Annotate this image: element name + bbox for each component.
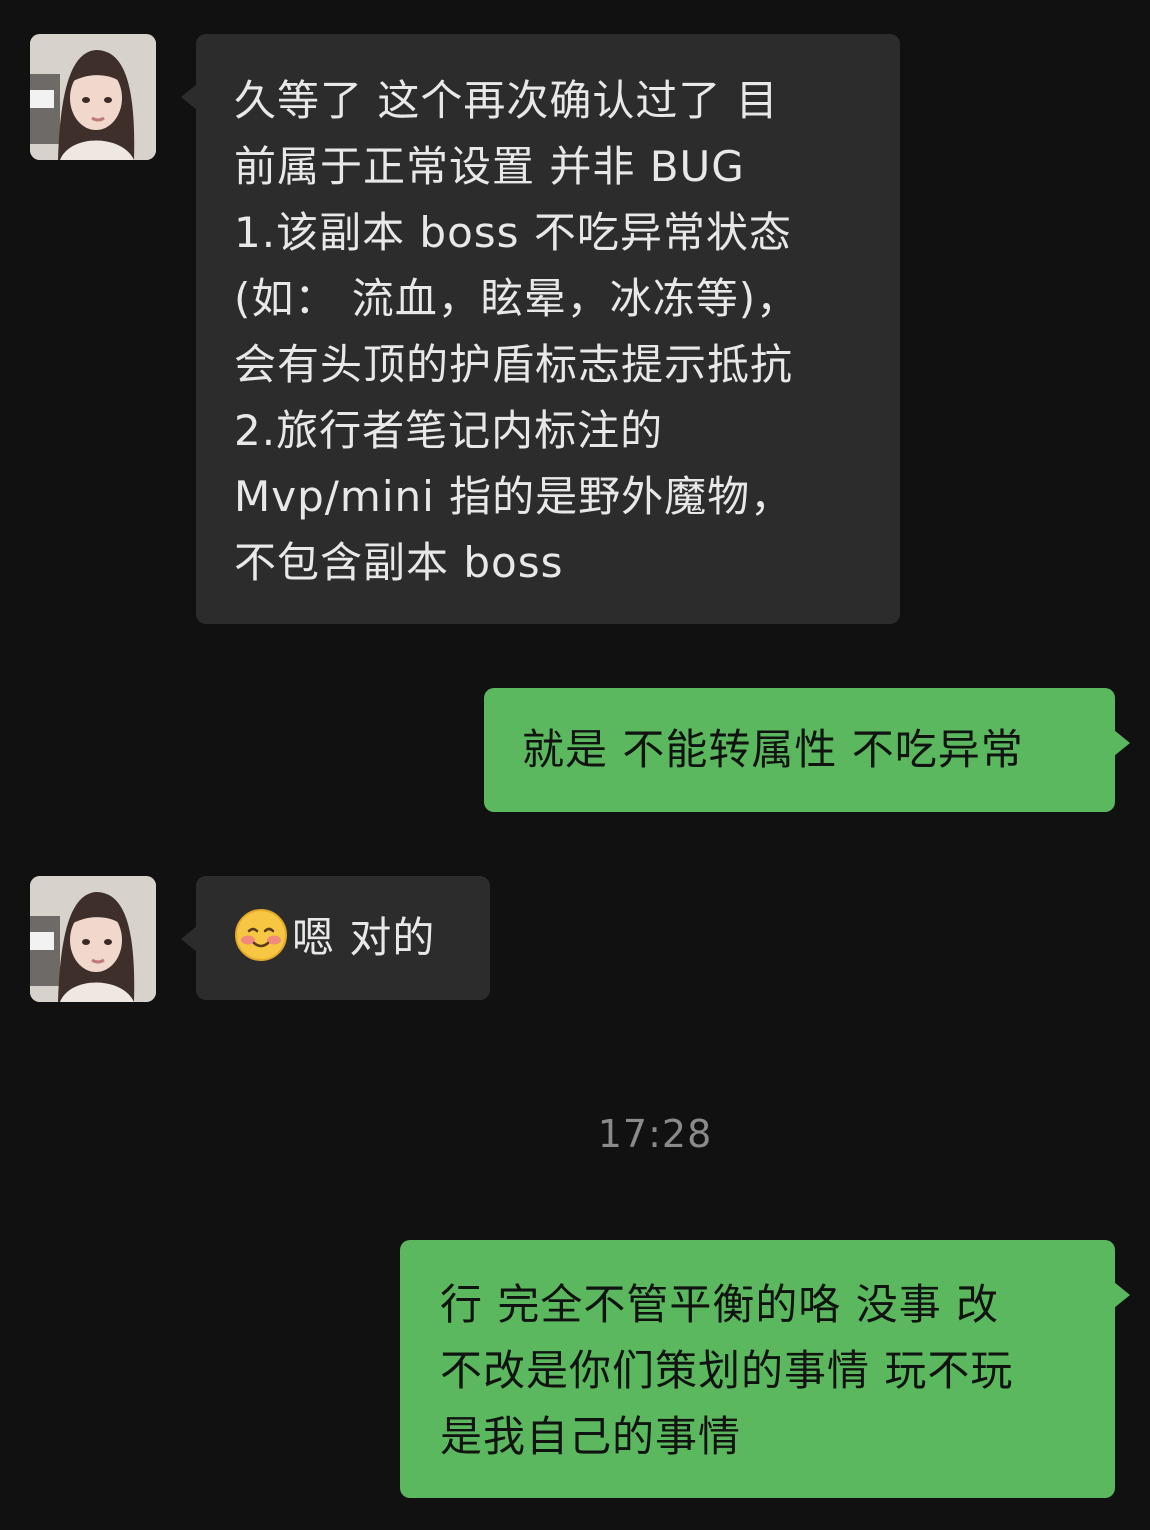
message-text-line: 不包含副本 boss <box>234 538 564 587</box>
message-timestamp: 17:28 <box>597 1112 713 1156</box>
message-text-line: 是我自己的事情 <box>440 1412 742 1461</box>
message-text-line: 1.该副本 boss 不吃异常状态 <box>234 208 792 257</box>
contact-avatar-image <box>30 34 156 160</box>
contact-avatar-image <box>30 876 156 1002</box>
message-text-line: 不改是你们策划的事情 玩不玩 <box>440 1346 1014 1395</box>
message-text-line: 行 完全不管平衡的咯 没事 改 <box>440 1280 1000 1329</box>
message-bubble-incoming[interactable]: 嗯 对的 <box>181 876 490 1000</box>
message-bubble-outgoing[interactable]: 就是 不能转属性 不吃异常 <box>484 688 1130 812</box>
message-text-line: 就是 不能转属性 不吃异常 <box>522 725 1024 774</box>
contact-avatar[interactable] <box>30 876 156 1002</box>
message-text-line: (如： 流血，眩晕，冰冻等)， <box>234 274 800 323</box>
message-bubble-outgoing[interactable]: 行 完全不管平衡的咯 没事 改 不改是你们策划的事情 玩不玩 是我自己的事情 <box>400 1240 1130 1498</box>
contact-avatar[interactable] <box>30 34 156 160</box>
message-text-line: 会有头顶的护盾标志提示抵抗 <box>234 340 794 389</box>
message-text-line: 2.旅行者笔记内标注的 <box>234 406 664 455</box>
message-text-line: 久等了 这个再次确认过了 目 <box>234 76 779 125</box>
message-text-line: Mvp/mini 指的是野外魔物， <box>234 472 794 521</box>
message-text: 嗯 对的 <box>292 913 436 962</box>
message-text-line: 前属于正常设置 并非 BUG <box>234 142 745 191</box>
message-bubble-incoming[interactable]: 久等了 这个再次确认过了 目 前属于正常设置 并非 BUG 1.该副本 boss… <box>181 34 900 624</box>
message-text-line: 嗯 对的 <box>234 905 490 971</box>
blushing-face-icon <box>234 908 288 962</box>
